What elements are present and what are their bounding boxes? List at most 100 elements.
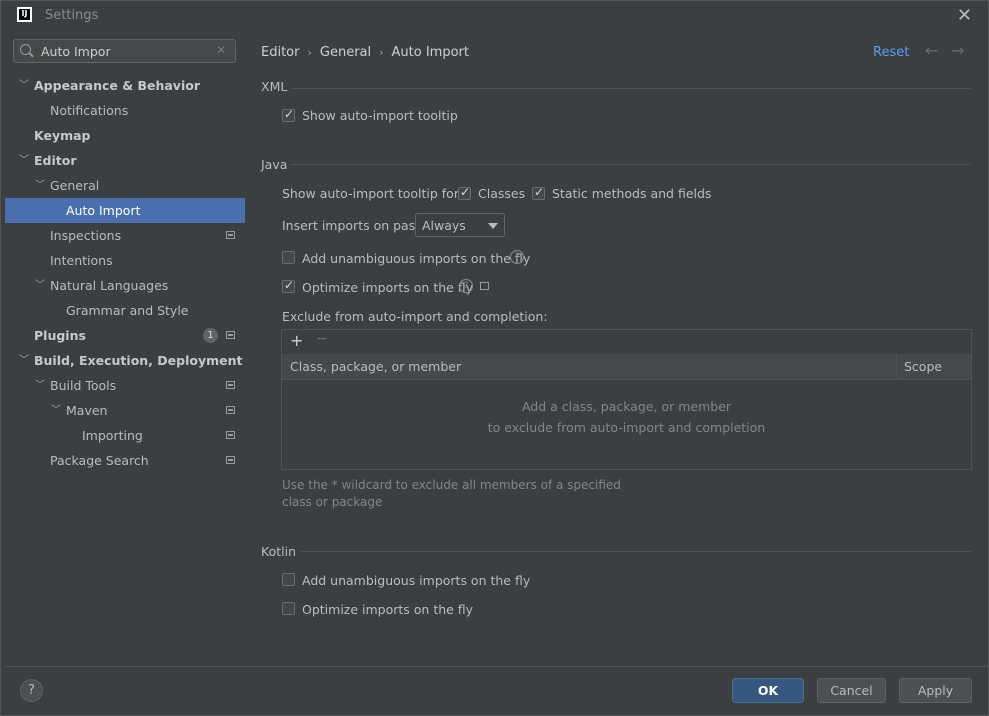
paste-label: Insert imports on paste: — [282, 218, 433, 233]
breadcrumb-item[interactable]: Editor — [261, 45, 299, 60]
search-input[interactable]: Auto Impor ✕ — [13, 39, 236, 63]
search-value: Auto Impor — [41, 44, 111, 59]
chevron-down-icon[interactable]: ﹀ — [35, 173, 45, 198]
static-methods-label: Static methods and fields — [552, 186, 712, 201]
sidebar-item-notifications[interactable]: Notifications — [5, 98, 245, 123]
sidebar-item-editor[interactable]: ﹀ Editor — [5, 148, 245, 173]
xml-section-title: XML — [261, 79, 288, 94]
chevron-down-icon[interactable]: ﹀ — [19, 348, 29, 373]
sidebar-item-label: Grammar and Style — [66, 303, 189, 318]
back-arrow-icon[interactable]: ← — [925, 41, 938, 60]
settings-page-icon — [226, 406, 235, 414]
kotlin-add-unambiguous-label: Add unambiguous imports on the fly — [302, 573, 531, 588]
table-header: Class, package, or member Scope — [282, 354, 971, 380]
column-divider — [896, 354, 897, 379]
section-divider — [301, 551, 971, 552]
sidebar-item-general[interactable]: ﹀ General — [5, 173, 245, 198]
sidebar-item-package-search[interactable]: Package Search — [5, 448, 245, 473]
reset-link[interactable]: Reset — [873, 45, 909, 60]
sidebar-item-maven[interactable]: ﹀ Maven — [5, 398, 245, 423]
close-icon[interactable]: ✕ — [957, 5, 972, 26]
java-add-unambiguous-checkbox[interactable] — [282, 251, 295, 264]
section-divider — [291, 88, 971, 89]
settings-page-icon — [226, 331, 235, 339]
add-icon[interactable]: + — [290, 331, 303, 350]
chevron-down-icon[interactable]: ﹀ — [19, 148, 29, 173]
settings-page-icon — [226, 381, 235, 389]
sidebar-item-inspections[interactable]: Inspections — [5, 223, 245, 248]
forward-arrow-icon[interactable]: → — [951, 41, 964, 60]
search-icon — [20, 44, 31, 55]
sidebar-item-natural-languages[interactable]: ﹀ Natural Languages — [5, 273, 245, 298]
classes-label: Classes — [478, 186, 526, 201]
table-empty-text: Add a class, package, or member to exclu… — [282, 396, 971, 438]
java-section-title: Java — [261, 157, 288, 172]
ok-button[interactable]: OK — [732, 678, 804, 703]
exclude-label: Exclude from auto-import and completion: — [282, 309, 548, 324]
sidebar-item-importing[interactable]: Importing — [5, 423, 245, 448]
kotlin-add-unambiguous-checkbox[interactable] — [282, 573, 295, 586]
kotlin-optimize-label: Optimize imports on the fly — [302, 602, 474, 617]
classes-checkbox[interactable] — [458, 185, 471, 200]
chevron-down-icon[interactable]: ﹀ — [35, 373, 45, 398]
sidebar-item-keymap[interactable]: Keymap — [5, 123, 245, 148]
sidebar-item-label: Keymap — [34, 128, 91, 143]
sidebar-item-build-execution-deployment[interactable]: ﹀ Build, Execution, Deployment — [5, 348, 245, 373]
remove-icon: − — [316, 331, 328, 347]
settings-page-icon — [480, 282, 489, 290]
kotlin-section-title: Kotlin — [261, 544, 296, 559]
chevron-down-icon[interactable]: ﹀ — [51, 398, 61, 423]
sidebar-item-label: Maven — [66, 403, 108, 418]
sidebar-item-intentions[interactable]: Intentions — [5, 248, 245, 273]
sidebar-item-plugins[interactable]: Plugins 1 — [5, 323, 245, 348]
xml-show-tooltip-checkbox[interactable] — [282, 107, 295, 122]
dialog-footer: ? OK Cancel Apply — [5, 666, 988, 715]
empty-line-2: to exclude from auto-import and completi… — [487, 420, 766, 435]
sidebar-item-label: Intentions — [50, 253, 113, 268]
column-header-class[interactable]: Class, package, or member — [290, 359, 461, 374]
chevron-down-icon[interactable]: ﹀ — [19, 73, 29, 98]
tooltip-for-label: Show auto-import tooltip for: — [282, 186, 463, 201]
breadcrumb-item[interactable]: General — [320, 45, 371, 60]
wildcard-hint: Use the * wildcard to exclude all member… — [282, 478, 621, 509]
settings-page-icon — [226, 456, 235, 464]
sidebar-item-label: Plugins — [34, 328, 86, 343]
app-icon-text: IJ — [19, 9, 30, 20]
table-toolbar: + − — [282, 330, 971, 355]
clear-icon[interactable]: ✕ — [216, 43, 226, 57]
settings-content: Editor › General › Auto Import Reset ← → XML… — [245, 31, 988, 666]
updates-badge: 1 — [203, 328, 218, 343]
chevron-down-icon[interactable]: ﹀ — [35, 273, 45, 298]
breadcrumb-separator: › — [307, 46, 312, 59]
window-title: Settings — [45, 8, 99, 23]
title-bar: IJ Settings ✕ — [1, 1, 988, 31]
apply-button[interactable]: Apply — [899, 678, 972, 703]
sidebar-item-grammar-style[interactable]: Grammar and Style — [5, 298, 245, 323]
column-header-scope[interactable]: Scope — [904, 359, 942, 374]
sidebar-item-label: Importing — [82, 428, 143, 443]
sidebar-item-build-tools[interactable]: ﹀ Build Tools — [5, 373, 245, 398]
sidebar-item-label: Build, Execution, Deployment — [34, 353, 243, 368]
settings-dialog: IJ Settings ✕ Auto Impor ✕ ﹀ Appearance … — [0, 0, 989, 716]
breadcrumb-item: Auto Import — [391, 45, 469, 60]
sidebar-item-label: Package Search — [50, 453, 149, 468]
breadcrumb-separator: › — [379, 46, 384, 59]
cancel-button[interactable]: Cancel — [817, 678, 886, 703]
section-divider — [291, 164, 971, 165]
settings-page-icon — [226, 231, 235, 239]
help-icon[interactable]: ? — [510, 250, 524, 264]
settings-sidebar: Auto Impor ✕ ﹀ Appearance & Behavior Not… — [5, 31, 245, 666]
java-add-unambiguous-label: Add unambiguous imports on the fly — [302, 251, 531, 266]
sidebar-item-appearance-behavior[interactable]: ﹀ Appearance & Behavior — [5, 73, 245, 98]
sidebar-item-label: Notifications — [50, 103, 129, 118]
help-button[interactable]: ? — [20, 679, 43, 702]
java-optimize-checkbox[interactable] — [282, 278, 295, 293]
help-icon[interactable]: ? — [459, 279, 473, 293]
paste-select[interactable]: Always — [415, 213, 505, 237]
breadcrumb: Editor › General › Auto Import — [261, 45, 469, 60]
kotlin-optimize-checkbox[interactable] — [282, 602, 295, 615]
static-methods-checkbox[interactable] — [532, 185, 545, 200]
sidebar-item-auto-import[interactable]: Auto Import — [5, 198, 245, 223]
xml-show-tooltip-label: Show auto-import tooltip — [302, 108, 458, 123]
sidebar-item-label: Editor — [34, 153, 77, 168]
